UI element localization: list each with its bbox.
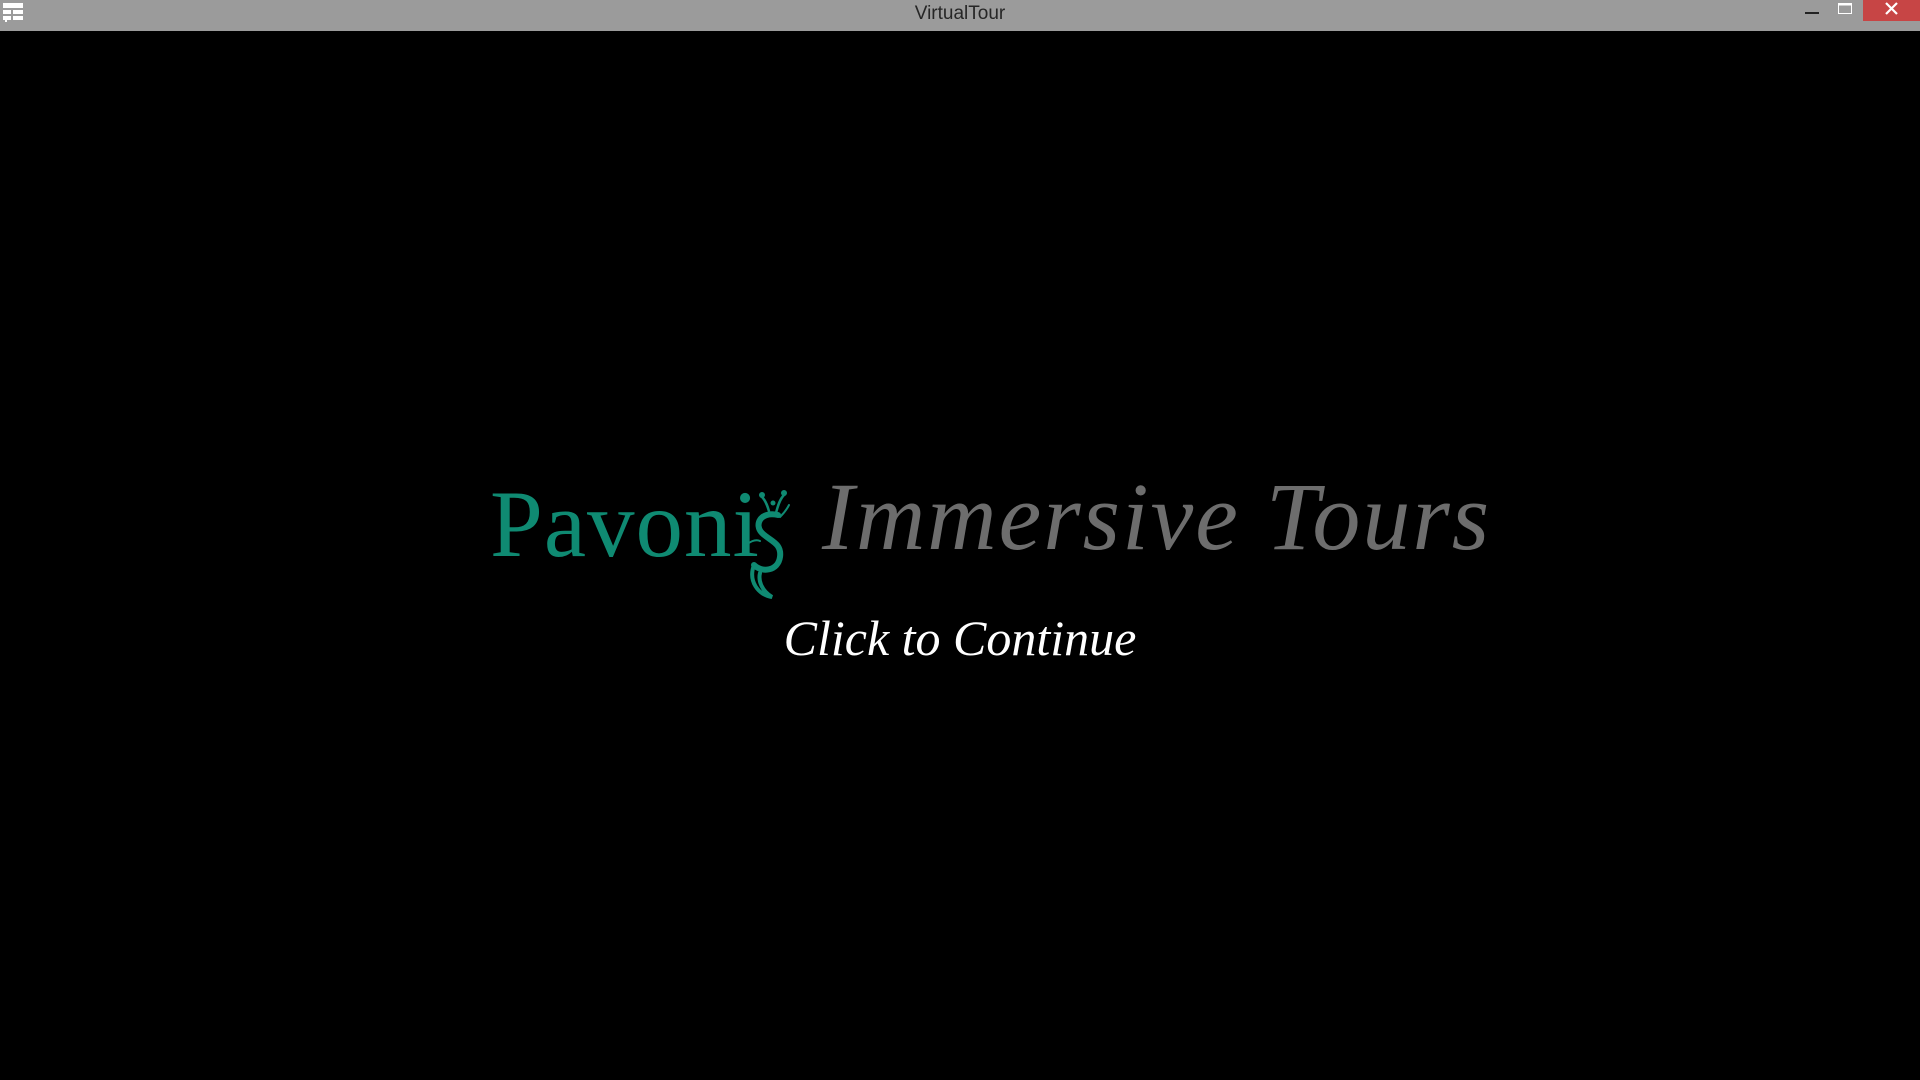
window-title: VirtualTour xyxy=(914,3,1006,24)
close-icon xyxy=(1885,1,1898,20)
brand-name: Pavoni xyxy=(490,471,760,577)
minimize-button[interactable] xyxy=(1796,0,1828,21)
pavonis-logo: Pavoni Immersive Tours xyxy=(490,451,1489,611)
title-bar[interactable]: VirtualTour xyxy=(0,0,1920,31)
maximize-icon xyxy=(1838,2,1852,20)
logo-tagline: Immersive Tours xyxy=(822,463,1492,570)
maximize-button[interactable] xyxy=(1829,0,1861,21)
minimize-icon xyxy=(1805,2,1819,20)
peacock-s-icon xyxy=(740,481,790,603)
app-menu-icon[interactable] xyxy=(2,2,24,22)
app-window: VirtualTour Pavoni Immersive Tours Click… xyxy=(0,0,1920,1080)
click-to-continue[interactable]: Click to Continue xyxy=(0,609,1920,667)
close-button[interactable] xyxy=(1863,0,1920,21)
splash-screen[interactable]: Pavoni Immersive Tours Click to Continue xyxy=(0,31,1920,1080)
